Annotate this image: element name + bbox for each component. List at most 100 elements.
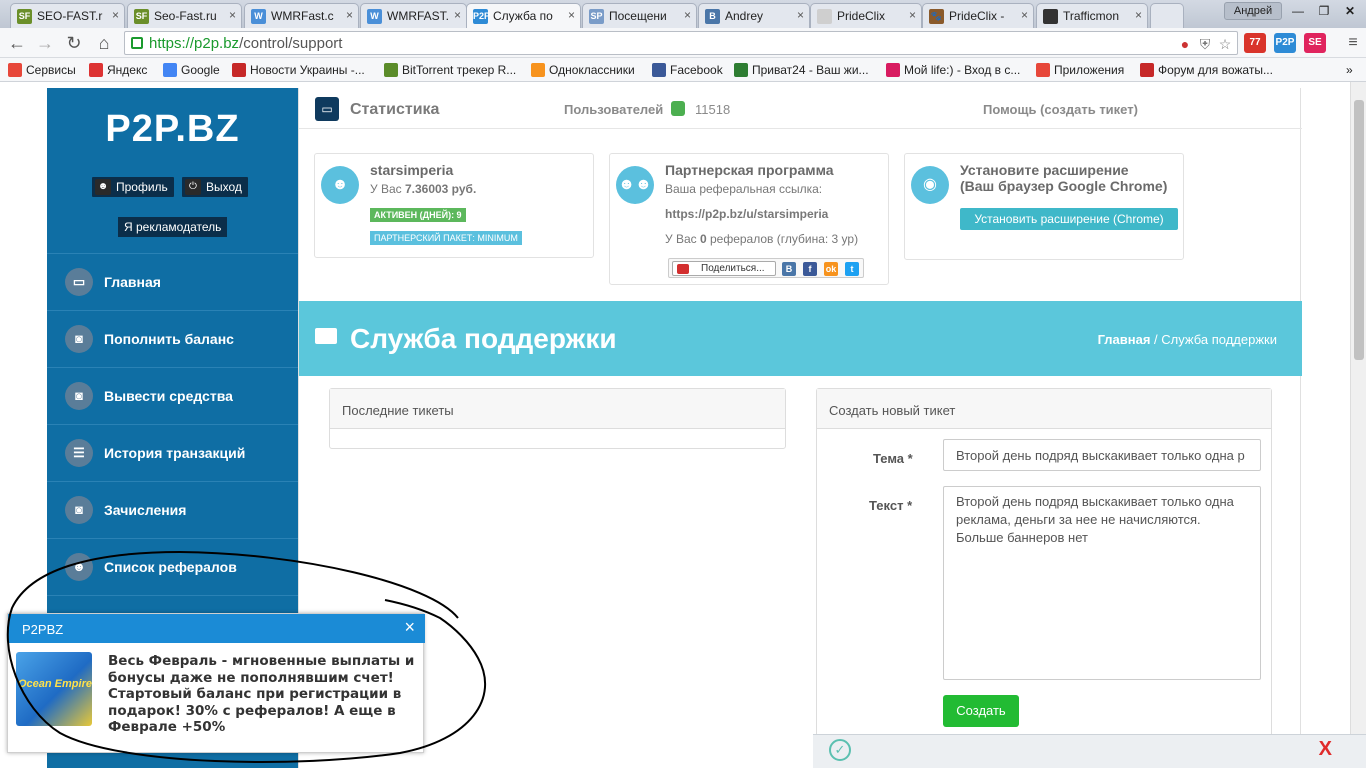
tab-close-icon[interactable]: × — [797, 8, 804, 22]
package-badge: ПАРТНЕРСКИЙ ПАКЕТ: MINIMUM — [370, 231, 522, 245]
bookmark-item[interactable]: Одноклассники — [531, 63, 635, 77]
browser-tab[interactable]: W WMRFAST. × — [360, 3, 467, 28]
bookmark-item[interactable]: Форум для вожаты... — [1140, 63, 1273, 77]
advertiser-button[interactable]: Я рекламодатель — [118, 217, 228, 237]
bookmark-item[interactable]: Приложения — [1036, 63, 1124, 77]
power-icon: ⏻ — [185, 179, 201, 195]
social-share-icon[interactable]: t — [845, 262, 859, 276]
tab-label: PrideClix — [837, 9, 886, 23]
sidebar-item[interactable]: ☰ История транзакций — [47, 424, 298, 481]
extension-icon[interactable]: 77 — [1244, 33, 1266, 53]
bookmark-item[interactable]: Мой life:) - Вход в с... — [886, 63, 1020, 77]
tab-label: Trafficmon — [1063, 9, 1120, 23]
android-icon — [671, 101, 685, 116]
close-window-icon[interactable]: ✕ — [1338, 2, 1362, 20]
close-icon[interactable]: × — [404, 617, 415, 638]
help-link[interactable]: Помощь (создать тикет) — [983, 102, 1138, 117]
tab-close-icon[interactable]: × — [454, 8, 461, 22]
bookmark-item[interactable]: Google — [163, 63, 220, 77]
tab-close-icon[interactable]: × — [568, 8, 575, 22]
sidebar-item-label: Вывести средства — [104, 388, 233, 404]
money-icon: ◙ — [65, 382, 93, 410]
back-icon[interactable]: ← — [6, 32, 28, 54]
ocean-empire-image[interactable]: Ocean Empire — [16, 652, 92, 726]
share-button[interactable]: Поделиться... — [672, 261, 776, 276]
sidebar-item[interactable]: ◙ Зачисления — [47, 481, 298, 538]
popup-text[interactable]: Весь Февраль - мгновенные выплаты и бону… — [108, 653, 420, 736]
tab-close-icon[interactable]: × — [684, 8, 691, 22]
tab-close-icon[interactable]: × — [229, 8, 236, 22]
sidebar-item[interactable]: ☻ Список рефералов — [47, 538, 298, 595]
browser-tab[interactable]: P2P Служба по × — [466, 3, 581, 28]
sidebar-item[interactable]: ◙ Вывести средства — [47, 367, 298, 424]
tab-close-icon[interactable]: × — [1135, 8, 1142, 22]
more-bookmarks-icon[interactable]: » — [1346, 63, 1353, 77]
browser-tab[interactable]: PrideClix × — [810, 3, 922, 28]
create-ticket-button[interactable]: Создать — [943, 695, 1019, 727]
bookmark-item[interactable]: Приват24 - Ваш жи... — [734, 63, 869, 77]
home-icon[interactable]: ⌂ — [93, 32, 115, 54]
users-label: Пользователей — [564, 102, 664, 117]
bookmark-label: Сервисы — [26, 63, 76, 77]
new-tab-button[interactable] — [1150, 3, 1184, 28]
tab-favicon-icon: SP — [589, 9, 604, 24]
popup-header: P2PBZ × — [8, 614, 425, 643]
star-icon[interactable]: ☆ — [1217, 36, 1233, 52]
reload-icon[interactable]: ↻ — [63, 32, 85, 54]
breadcrumb-current: Служба поддержки — [1161, 332, 1277, 347]
install-extension-button[interactable]: Установить расширение (Chrome) — [960, 208, 1178, 230]
text-textarea[interactable] — [943, 486, 1261, 680]
extension-icon[interactable]: P2P — [1274, 33, 1296, 53]
tab-close-icon[interactable]: × — [909, 8, 916, 22]
minimize-icon[interactable]: — — [1286, 2, 1310, 20]
tab-label: PrideClix - — [949, 9, 1005, 23]
browser-tab[interactable]: SF Seo-Fast.ru × — [127, 3, 242, 28]
popup-title: P2PBZ — [22, 622, 64, 637]
subject-input[interactable] — [943, 439, 1261, 471]
scrollbar[interactable] — [1350, 82, 1366, 768]
menu-icon[interactable]: ≡ — [1342, 32, 1364, 54]
browser-tab[interactable]: Trafficmon × — [1036, 3, 1148, 28]
ref-link[interactable]: https://p2p.bz/u/starsimperia — [665, 207, 828, 221]
social-share-icon[interactable]: ok — [824, 262, 838, 276]
promo-popup: P2PBZ × Ocean Empire Весь Февраль - мгно… — [7, 613, 425, 753]
browser-tab[interactable]: 🐾 PrideClix - × — [922, 3, 1034, 28]
scrollbar-thumb[interactable] — [1354, 100, 1364, 360]
address-bar[interactable]: https://p2p.bz/control/support ● ⛨ ☆ — [124, 31, 1238, 55]
bookmark-icon — [8, 63, 22, 77]
cookie-icon[interactable]: ● — [1177, 36, 1193, 52]
browser-tab[interactable]: B Andrey × — [698, 3, 810, 28]
bookmark-item[interactable]: Новости Украины -... — [232, 63, 365, 77]
bookmark-item[interactable]: Facebook — [652, 63, 723, 77]
extension-icon[interactable]: SE — [1304, 33, 1326, 53]
site-logo[interactable]: P2P.BZ — [47, 108, 298, 151]
bookmark-item[interactable]: BitTorrent трекер R... — [384, 63, 516, 77]
browser-tab[interactable]: SP Посещени × — [582, 3, 697, 28]
forward-icon[interactable]: → — [34, 32, 56, 54]
tab-close-icon[interactable]: × — [112, 8, 119, 22]
tab-close-icon[interactable]: × — [1021, 8, 1028, 22]
browser-tab[interactable]: W WMRFast.c × — [244, 3, 359, 28]
sidebar-item[interactable]: ▭ Главная — [47, 253, 298, 310]
social-share-icon[interactable]: f — [803, 262, 817, 276]
close-icon[interactable]: X — [1319, 738, 1332, 761]
shield-icon[interactable]: ⛨ — [1197, 36, 1213, 52]
breadcrumb-home[interactable]: Главная — [1098, 332, 1151, 347]
sidebar-item[interactable]: ◙ Пополнить баланс — [47, 310, 298, 367]
browser-tab[interactable]: SF SEO-FAST.r × — [10, 3, 125, 28]
notification-bar: ✓ X — [813, 734, 1366, 768]
tab-close-icon[interactable]: × — [346, 8, 353, 22]
maximize-icon[interactable]: ❐ — [1312, 2, 1336, 20]
profile-switcher-button[interactable]: Андрей — [1224, 2, 1282, 20]
logout-button[interactable]: ⏻ Выход — [182, 177, 248, 197]
social-share-icon[interactable]: В — [782, 262, 796, 276]
bookmark-icon — [886, 63, 900, 77]
recent-tickets-heading: Последние тикеты — [330, 389, 785, 429]
bookmark-item[interactable]: Сервисы — [8, 63, 76, 77]
profile-button[interactable]: ☻ Профиль — [92, 177, 174, 197]
balance-text: У Вас 7.36003 руб. — [370, 182, 477, 196]
bookmark-item[interactable]: Яндекс — [89, 63, 147, 77]
group-icon: ☻☻ — [616, 166, 654, 204]
bookmark-icon — [1140, 63, 1154, 77]
check-icon[interactable]: ✓ — [829, 739, 851, 761]
